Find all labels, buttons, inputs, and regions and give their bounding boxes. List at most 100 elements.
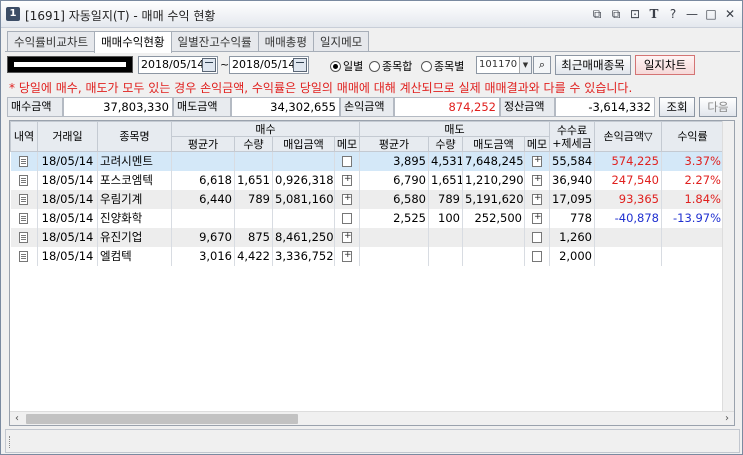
header-sell-qty[interactable]: 수량 bbox=[428, 136, 463, 152]
memo-add-icon[interactable] bbox=[532, 155, 542, 168]
header-trade-date[interactable]: 거래일 bbox=[37, 121, 98, 152]
horizontal-scrollbar[interactable]: ‹ › bbox=[10, 411, 734, 425]
row-buy-avg: 3,016 bbox=[171, 246, 235, 266]
maximize-icon[interactable]: □ bbox=[703, 6, 719, 22]
row-sell-memo[interactable] bbox=[524, 170, 550, 190]
detail-doc-icon[interactable] bbox=[19, 251, 29, 262]
table-row[interactable]: 18/05/14진양화학 2,525100252,500 778-40,878-13… bbox=[10, 208, 724, 228]
tab-daily-balance-return[interactable]: 일별잔고수익률 bbox=[170, 31, 259, 52]
memo-add-icon[interactable] bbox=[342, 250, 352, 262]
journal-chart-button[interactable]: 일지차트 bbox=[635, 55, 695, 75]
row-buy-memo[interactable] bbox=[334, 227, 360, 247]
close-icon[interactable]: ✕ bbox=[722, 6, 738, 22]
scroll-thumb[interactable] bbox=[26, 414, 298, 424]
header-item-name[interactable]: 종목명 bbox=[97, 121, 172, 152]
memo-empty-icon[interactable] bbox=[342, 156, 352, 168]
row-buy-memo[interactable] bbox=[334, 170, 360, 190]
tab-trade-review[interactable]: 매매총평 bbox=[257, 31, 314, 52]
header-kind[interactable]: 내역 bbox=[10, 121, 38, 152]
scroll-right-icon[interactable]: › bbox=[720, 412, 734, 425]
row-buy-qty bbox=[234, 151, 273, 171]
tab-trade-profit-status[interactable]: 매매수익현황 bbox=[94, 31, 172, 53]
stock-code-combo[interactable]: 101170 ▼ bbox=[476, 56, 532, 74]
table-row[interactable]: 18/05/14엘컴텍3,0164,4223,336,752 2,000 bbox=[10, 246, 724, 266]
memo-empty-icon[interactable] bbox=[532, 232, 542, 243]
font-size-icon[interactable]: T bbox=[646, 6, 662, 22]
row-buy-avg bbox=[171, 208, 235, 228]
help-icon[interactable]: ? bbox=[665, 6, 681, 22]
date-to-field[interactable]: 2018/05/14 bbox=[229, 56, 309, 74]
grip-handle[interactable] bbox=[9, 436, 12, 448]
vertical-scrollbar[interactable] bbox=[722, 121, 734, 411]
table-row[interactable]: 18/05/14고려시멘트 3,8954,5317,648,245 55,58457… bbox=[10, 151, 724, 171]
tab-return-compare-chart[interactable]: 수익률비교차트 bbox=[7, 31, 96, 52]
detail-doc-icon[interactable] bbox=[19, 232, 29, 243]
memo-add-icon[interactable] bbox=[342, 174, 352, 186]
buy-amount-value: 37,803,330 bbox=[63, 97, 173, 117]
row-detail-cell[interactable] bbox=[10, 170, 38, 190]
row-detail-cell[interactable] bbox=[10, 208, 38, 228]
row-return-rate: 1.84% bbox=[661, 189, 724, 209]
table-row[interactable]: 18/05/14포스코엠텍6,6181,6510,926,3186,7901,6… bbox=[10, 170, 724, 190]
search-button[interactable]: ⌕ bbox=[533, 56, 551, 74]
row-buy-amount: 0,926,318 bbox=[272, 170, 335, 190]
row-buy-memo[interactable] bbox=[334, 189, 360, 209]
row-detail-cell[interactable] bbox=[10, 189, 38, 209]
detail-doc-icon[interactable] bbox=[19, 156, 29, 168]
row-sell-memo[interactable] bbox=[524, 208, 550, 228]
header-sell-avg[interactable]: 평균가 bbox=[359, 136, 429, 152]
header-buy-amount[interactable]: 매입금액 bbox=[272, 136, 335, 152]
radio-item-sum[interactable]: 종목합 bbox=[369, 58, 412, 74]
radio-by-item[interactable]: 종목별 bbox=[421, 58, 464, 74]
header-profit-loss[interactable]: 손익금액▽ bbox=[594, 121, 662, 152]
row-detail-cell[interactable] bbox=[10, 227, 38, 247]
header-buy-memo[interactable]: 메모 bbox=[334, 136, 360, 152]
row-detail-cell[interactable] bbox=[10, 151, 38, 171]
detail-doc-icon[interactable] bbox=[19, 175, 29, 186]
next-button[interactable]: 다음 bbox=[699, 97, 737, 117]
account-selector[interactable] bbox=[7, 56, 133, 73]
table-row[interactable]: 18/05/14우림기계6,4407895,081,1606,5807895,1… bbox=[10, 189, 724, 209]
row-sell-memo[interactable] bbox=[524, 227, 550, 247]
header-sell-memo[interactable]: 메모 bbox=[524, 136, 550, 152]
scroll-left-icon[interactable]: ‹ bbox=[10, 412, 24, 425]
query-button[interactable]: 조회 bbox=[659, 97, 695, 117]
row-buy-memo[interactable] bbox=[334, 246, 360, 266]
memo-add-icon[interactable] bbox=[532, 193, 542, 205]
memo-add-icon[interactable] bbox=[342, 193, 352, 205]
row-detail-cell[interactable] bbox=[10, 246, 38, 266]
tab-bar: 수익률비교차트 매매수익현황 일별잔고수익률 매매총평 일지메모 bbox=[7, 31, 370, 53]
header-sell-amount[interactable]: 매도금액 bbox=[462, 136, 525, 152]
memo-add-icon[interactable] bbox=[532, 212, 542, 224]
row-buy-memo[interactable] bbox=[334, 208, 360, 228]
table-row[interactable]: 18/05/14유진기업9,6708758,461,250 1,260 bbox=[10, 227, 724, 247]
header-buy-avg[interactable]: 평균가 bbox=[171, 136, 235, 152]
row-sell-memo[interactable] bbox=[524, 189, 550, 209]
row-sell-memo[interactable] bbox=[524, 151, 550, 171]
header-return-rate[interactable]: 수익률 bbox=[661, 121, 724, 152]
row-sell-memo[interactable] bbox=[524, 246, 550, 266]
minimize-icon[interactable]: — bbox=[684, 6, 700, 22]
row-buy-memo[interactable] bbox=[334, 151, 360, 171]
recent-trade-items-button[interactable]: 최근매매종목 bbox=[555, 55, 631, 75]
title-bar[interactable]: 1 [1691] 자동일지(T) - 매매 수익 현황 ⧉ ⧉ ⊡ T ? — … bbox=[1, 1, 742, 28]
dropdown-arrow-icon[interactable]: ▼ bbox=[519, 57, 531, 73]
date-from-field[interactable]: 2018/05/14 bbox=[138, 56, 218, 74]
detail-doc-icon[interactable] bbox=[19, 194, 29, 205]
memo-add-icon[interactable] bbox=[342, 231, 352, 243]
pin-icon[interactable]: ⊡ bbox=[627, 6, 643, 22]
detail-doc-icon[interactable] bbox=[19, 213, 29, 224]
copy-window-icon[interactable]: ⧉ bbox=[608, 6, 624, 22]
calendar-icon[interactable] bbox=[293, 58, 307, 72]
tab-journal-memo[interactable]: 일지메모 bbox=[312, 31, 370, 52]
memo-add-icon[interactable] bbox=[532, 174, 542, 186]
trade-grid[interactable]: 내역 거래일 종목명 매수 매도 수수료 +제세금 손익금액▽ 수익률 평균가 수… bbox=[9, 120, 735, 426]
header-fee-tax[interactable]: 수수료 +제세금 bbox=[549, 121, 595, 152]
row-sell-avg bbox=[359, 227, 429, 247]
header-buy-qty[interactable]: 수량 bbox=[234, 136, 273, 152]
radio-daily[interactable]: 일별 bbox=[330, 58, 363, 74]
calendar-icon[interactable] bbox=[202, 58, 216, 72]
restore-tile-icon[interactable]: ⧉ bbox=[589, 6, 605, 22]
memo-empty-icon[interactable] bbox=[342, 213, 352, 224]
memo-empty-icon[interactable] bbox=[532, 251, 542, 262]
